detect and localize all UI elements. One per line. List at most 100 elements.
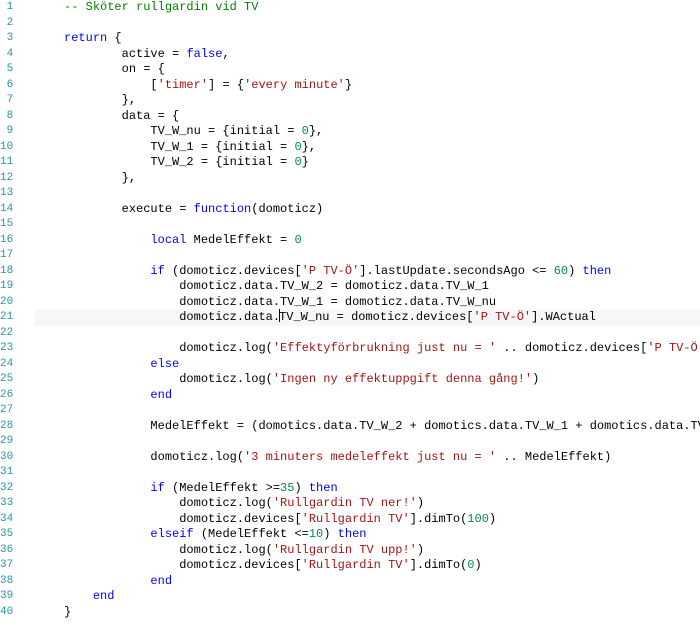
line-number-gutter: 1234567891011121314151617181920212223242… <box>0 0 23 636</box>
code-line[interactable]: -- Sköter rullgardin vid TV <box>35 0 700 16</box>
line-number: 11 <box>0 155 13 171</box>
line-number: 9 <box>0 124 13 140</box>
code-line[interactable]: domoticz.devices['Rullgardin TV'].dimTo(… <box>35 558 700 574</box>
code-line[interactable]: if (domoticz.devices['P TV-Ö'].lastUpdat… <box>35 264 700 280</box>
line-number: 23 <box>0 341 13 357</box>
token-keyword: false <box>186 47 222 61</box>
token-ident: domoticz.log( <box>179 372 273 386</box>
token-keyword: if <box>150 481 164 495</box>
code-line[interactable] <box>35 465 700 481</box>
code-line[interactable]: ['timer'] = {'every minute'} <box>35 78 700 94</box>
code-line[interactable]: execute = function(domoticz) <box>35 202 700 218</box>
token-keyword: then <box>583 264 612 278</box>
line-number: 29 <box>0 434 13 450</box>
line-number: 21 <box>0 310 13 326</box>
code-line[interactable]: domoticz.log('3 minuters medeleffekt jus… <box>35 450 700 466</box>
code-line[interactable] <box>35 403 700 419</box>
token-ident: ) <box>294 481 308 495</box>
token-ident: .. MedelEffekt) <box>496 450 611 464</box>
token-string: 'timer' <box>158 78 208 92</box>
code-area[interactable]: -- Sköter rullgardin vid TV return { act… <box>23 0 700 636</box>
token-string: 'every minute' <box>244 78 345 92</box>
token-ident: data = { <box>122 109 180 123</box>
token-keyword: local <box>150 233 186 247</box>
token-ident: { <box>107 31 121 45</box>
code-line[interactable]: domoticz.devices['Rullgardin TV'].dimTo(… <box>35 512 700 528</box>
token-number: 0 <box>467 558 474 572</box>
token-ident: }, <box>122 93 136 107</box>
line-number: 8 <box>0 109 13 125</box>
token-ident: TV_W_nu = domoticz.devices[ <box>279 310 473 324</box>
code-line[interactable]: TV_W_2 = {initial = 0} <box>35 155 700 171</box>
line-number: 30 <box>0 450 13 466</box>
code-editor[interactable]: 1234567891011121314151617181920212223242… <box>0 0 700 636</box>
line-number: 31 <box>0 465 13 481</box>
token-ident: ] = { <box>208 78 244 92</box>
code-line[interactable]: }, <box>35 93 700 109</box>
code-line[interactable]: elseif (MedelEffekt <=10) then <box>35 527 700 543</box>
line-number: 24 <box>0 357 13 373</box>
code-line[interactable]: domoticz.log('Ingen ny effektuppgift den… <box>35 372 700 388</box>
code-line[interactable]: domoticz.log('Effektyförbrukning just nu… <box>35 341 700 357</box>
token-ident: ) <box>323 527 337 541</box>
code-line[interactable]: return { <box>35 31 700 47</box>
token-ident: (MedelEffekt >= <box>165 481 280 495</box>
token-string: '3 minuters medeleffekt just nu = ' <box>244 450 496 464</box>
token-keyword: end <box>93 589 115 603</box>
token-ident: (domoticz) <box>251 202 323 216</box>
code-line[interactable]: active = false, <box>35 47 700 63</box>
code-line[interactable]: }, <box>35 171 700 187</box>
code-line[interactable]: data = { <box>35 109 700 125</box>
code-line[interactable]: on = { <box>35 62 700 78</box>
code-line[interactable] <box>35 326 700 342</box>
token-ident: TV_W_1 = {initial = <box>150 140 294 154</box>
token-ident: ) <box>489 512 496 526</box>
code-line[interactable]: } <box>35 605 700 621</box>
token-string: 'Effektyförbrukning just nu = ' <box>273 341 496 355</box>
code-line[interactable]: local MedelEffekt = 0 <box>35 233 700 249</box>
code-line[interactable]: TV_W_nu = {initial = 0}, <box>35 124 700 140</box>
code-line[interactable] <box>35 434 700 450</box>
line-number: 40 <box>0 605 13 621</box>
line-number: 6 <box>0 78 13 94</box>
code-line[interactable]: end <box>35 589 700 605</box>
code-line[interactable]: MedelEffekt = (domotics.data.TV_W_2 + do… <box>35 419 700 435</box>
token-keyword: end <box>150 574 172 588</box>
token-ident: (domoticz.devices[ <box>165 264 302 278</box>
token-ident: domoticz.devices[ <box>179 512 301 526</box>
token-ident: ) <box>475 558 482 572</box>
code-line[interactable] <box>35 16 700 32</box>
line-number: 5 <box>0 62 13 78</box>
token-ident: ) <box>532 372 539 386</box>
code-line[interactable]: domoticz.data.TV_W_2 = domoticz.data.TV_… <box>35 279 700 295</box>
token-number: 10 <box>309 527 323 541</box>
line-number: 34 <box>0 512 13 528</box>
code-line[interactable]: domoticz.log('Rullgardin TV ner!') <box>35 496 700 512</box>
code-line[interactable]: domoticz.data.TV_W_nu = domoticz.devices… <box>35 310 700 326</box>
line-number: 2 <box>0 16 13 32</box>
code-line[interactable]: end <box>35 388 700 404</box>
token-keyword: else <box>150 357 179 371</box>
line-number: 26 <box>0 388 13 404</box>
code-line[interactable]: if (MedelEffekt >=35) then <box>35 481 700 497</box>
token-ident: , <box>222 47 229 61</box>
code-line[interactable]: domoticz.log('Rullgardin TV upp!') <box>35 543 700 559</box>
code-line[interactable] <box>35 248 700 264</box>
token-keyword: end <box>150 388 172 402</box>
token-number: 0 <box>294 140 301 154</box>
code-line[interactable] <box>35 217 700 233</box>
token-ident: on = { <box>122 62 165 76</box>
code-line[interactable]: else <box>35 357 700 373</box>
code-line[interactable] <box>35 186 700 202</box>
token-string: 'P TV-Ö' <box>647 341 700 355</box>
token-ident: TV_W_nu = {initial = <box>150 124 301 138</box>
token-ident: domoticz.log( <box>150 450 244 464</box>
line-number: 13 <box>0 186 13 202</box>
token-func: function <box>194 202 252 216</box>
line-number: 15 <box>0 217 13 233</box>
code-line[interactable]: TV_W_1 = {initial = 0}, <box>35 140 700 156</box>
code-line[interactable]: domoticz.data.TV_W_1 = domoticz.data.TV_… <box>35 295 700 311</box>
code-line[interactable]: end <box>35 574 700 590</box>
line-number: 18 <box>0 264 13 280</box>
token-keyword: elseif <box>150 527 193 541</box>
